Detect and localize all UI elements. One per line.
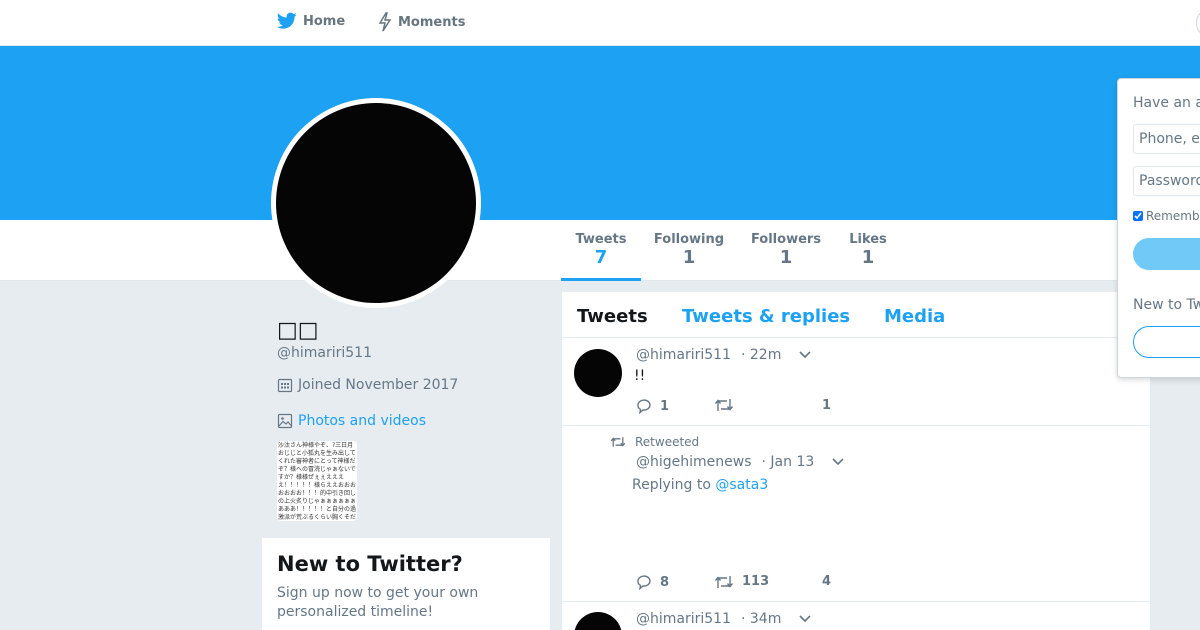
- tweet-avatar[interactable]: [574, 612, 622, 630]
- profile-avatar[interactable]: [271, 98, 481, 308]
- tab-tweets[interactable]: Tweets: [577, 306, 648, 327]
- retweet-action[interactable]: 113: [714, 574, 769, 589]
- retweet-icon: [714, 575, 734, 588]
- tweet-handle[interactable]: @higehimenews: [636, 454, 752, 470]
- tweet-text: !!: [634, 368, 646, 384]
- stat-tweets-value: 7: [594, 247, 608, 268]
- stat-following-value: 1: [682, 247, 696, 268]
- tweet[interactable]: Retweeted @higehimenews · Jan 13 Replyin…: [562, 426, 1150, 602]
- retweet-count: 113: [742, 574, 770, 589]
- stat-tweets[interactable]: Tweets 7: [561, 232, 641, 281]
- retweet-icon: [714, 399, 734, 411]
- image-icon: [277, 413, 293, 429]
- profile-banner: [0, 46, 1200, 220]
- nav-home[interactable]: Home: [277, 12, 345, 30]
- chevron-down-icon[interactable]: [799, 351, 811, 359]
- profile-stats-bar: Tweets 7 Following 1 Followers 1 Likes 1: [0, 220, 1200, 281]
- stat-followers[interactable]: Followers 1: [748, 232, 824, 269]
- stat-followers-value: 1: [779, 247, 793, 268]
- tweet-avatar[interactable]: [574, 456, 622, 504]
- profile-joined: Joined November 2017: [277, 377, 458, 393]
- calendar-icon: [277, 378, 293, 393]
- nav-avatar[interactable]: [1196, 8, 1200, 38]
- profile-avatar-image: [276, 103, 476, 303]
- chevron-down-icon[interactable]: [799, 615, 811, 623]
- replying-to-prefix: Replying to: [632, 477, 711, 493]
- tweet-handle[interactable]: @himariri511: [636, 611, 731, 627]
- photos-and-videos-label: Photos and videos: [298, 413, 427, 429]
- like-action[interactable]: 4: [822, 574, 831, 589]
- signup-card: New to Twitter? Sign up now to get your …: [262, 538, 550, 630]
- nav-moments-label: Moments: [398, 14, 466, 30]
- login-new-to-text: New to Tw: [1133, 297, 1200, 313]
- nav-moments[interactable]: Moments: [378, 12, 465, 32]
- retweet-indicator: Retweeted: [610, 435, 699, 449]
- login-password-field[interactable]: [1133, 166, 1200, 196]
- reply-action[interactable]: 8: [636, 574, 669, 590]
- retweet-action[interactable]: [714, 398, 742, 412]
- timeline-tabs: Tweets Tweets & replies Media: [562, 292, 1150, 338]
- like-action[interactable]: 1: [822, 398, 831, 413]
- replying-to-link[interactable]: @sata3: [715, 477, 768, 493]
- like-count: 4: [822, 574, 832, 589]
- login-heading: Have an a: [1133, 95, 1200, 111]
- top-nav: Home Moments: [0, 0, 1200, 46]
- reply-icon: [637, 575, 651, 590]
- media-thumbnail[interactable]: 沙汰さん神様やぞ、?三日月おじじと小狐丸を生み出してくれた審神者にとって神様だぞ…: [277, 441, 357, 521]
- login-phone-field[interactable]: [1133, 124, 1200, 154]
- tweet-header: @higehimenews · Jan 13: [636, 454, 844, 470]
- signup-card-subtitle: Sign up now to get your own personalized…: [277, 585, 479, 620]
- reply-count: 1: [660, 398, 670, 414]
- like-count: 1: [822, 398, 832, 413]
- signup-card-title: New to Twitter?: [277, 552, 463, 576]
- photos-and-videos-link[interactable]: Photos and videos: [277, 413, 426, 429]
- signup-button[interactable]: [1133, 326, 1200, 358]
- tweet[interactable]: @himariri511 · 22m !! 1 1: [562, 338, 1150, 426]
- tweet[interactable]: @himariri511 · 34m: [562, 602, 1150, 630]
- nav-home-label: Home: [303, 13, 346, 29]
- tab-media[interactable]: Media: [884, 306, 945, 327]
- tweet-time[interactable]: · 34m: [741, 611, 781, 627]
- reply-icon: [637, 399, 651, 414]
- profile-joined-text: Joined November 2017: [298, 377, 459, 393]
- retweet-indicator-label: Retweeted: [635, 435, 700, 449]
- replying-to: Replying to @sata3: [632, 477, 768, 493]
- remember-me[interactable]: Rememb: [1133, 209, 1200, 223]
- profile-name: □□: [277, 318, 319, 343]
- stat-following-label: Following: [653, 232, 725, 247]
- stat-tweets-label: Tweets: [575, 232, 627, 247]
- remember-me-label: Rememb: [1146, 209, 1200, 223]
- stat-likes-label: Likes: [849, 232, 887, 247]
- stat-following[interactable]: Following 1: [650, 232, 728, 269]
- tweet-time[interactable]: · Jan 13: [762, 454, 815, 470]
- tab-tweets-and-replies[interactable]: Tweets & replies: [682, 306, 850, 327]
- login-button[interactable]: [1133, 238, 1200, 270]
- chevron-down-icon[interactable]: [832, 458, 844, 466]
- reply-action[interactable]: 1: [636, 398, 669, 414]
- tweet-header: @himariri511 · 22m: [636, 347, 811, 363]
- reply-count: 8: [660, 574, 670, 590]
- stat-likes-value: 1: [861, 247, 875, 268]
- stat-likes[interactable]: Likes 1: [842, 232, 894, 269]
- retweet-icon: [610, 437, 626, 447]
- profile-handle[interactable]: @himariri511: [277, 345, 372, 361]
- timeline: Tweets Tweets & replies Media @himariri5…: [562, 292, 1150, 630]
- tweet-time[interactable]: · 22m: [741, 347, 781, 363]
- tweet-avatar[interactable]: [574, 349, 622, 397]
- tweet-handle[interactable]: @himariri511: [636, 347, 731, 363]
- stat-followers-label: Followers: [750, 232, 822, 247]
- tweet-header: @himariri511 · 34m: [636, 611, 811, 627]
- lightning-icon: [378, 12, 392, 32]
- remember-me-checkbox[interactable]: [1133, 211, 1143, 221]
- twitter-bird-icon: [277, 12, 297, 29]
- login-dropdown: Have an a Rememb New to Tw: [1117, 78, 1200, 378]
